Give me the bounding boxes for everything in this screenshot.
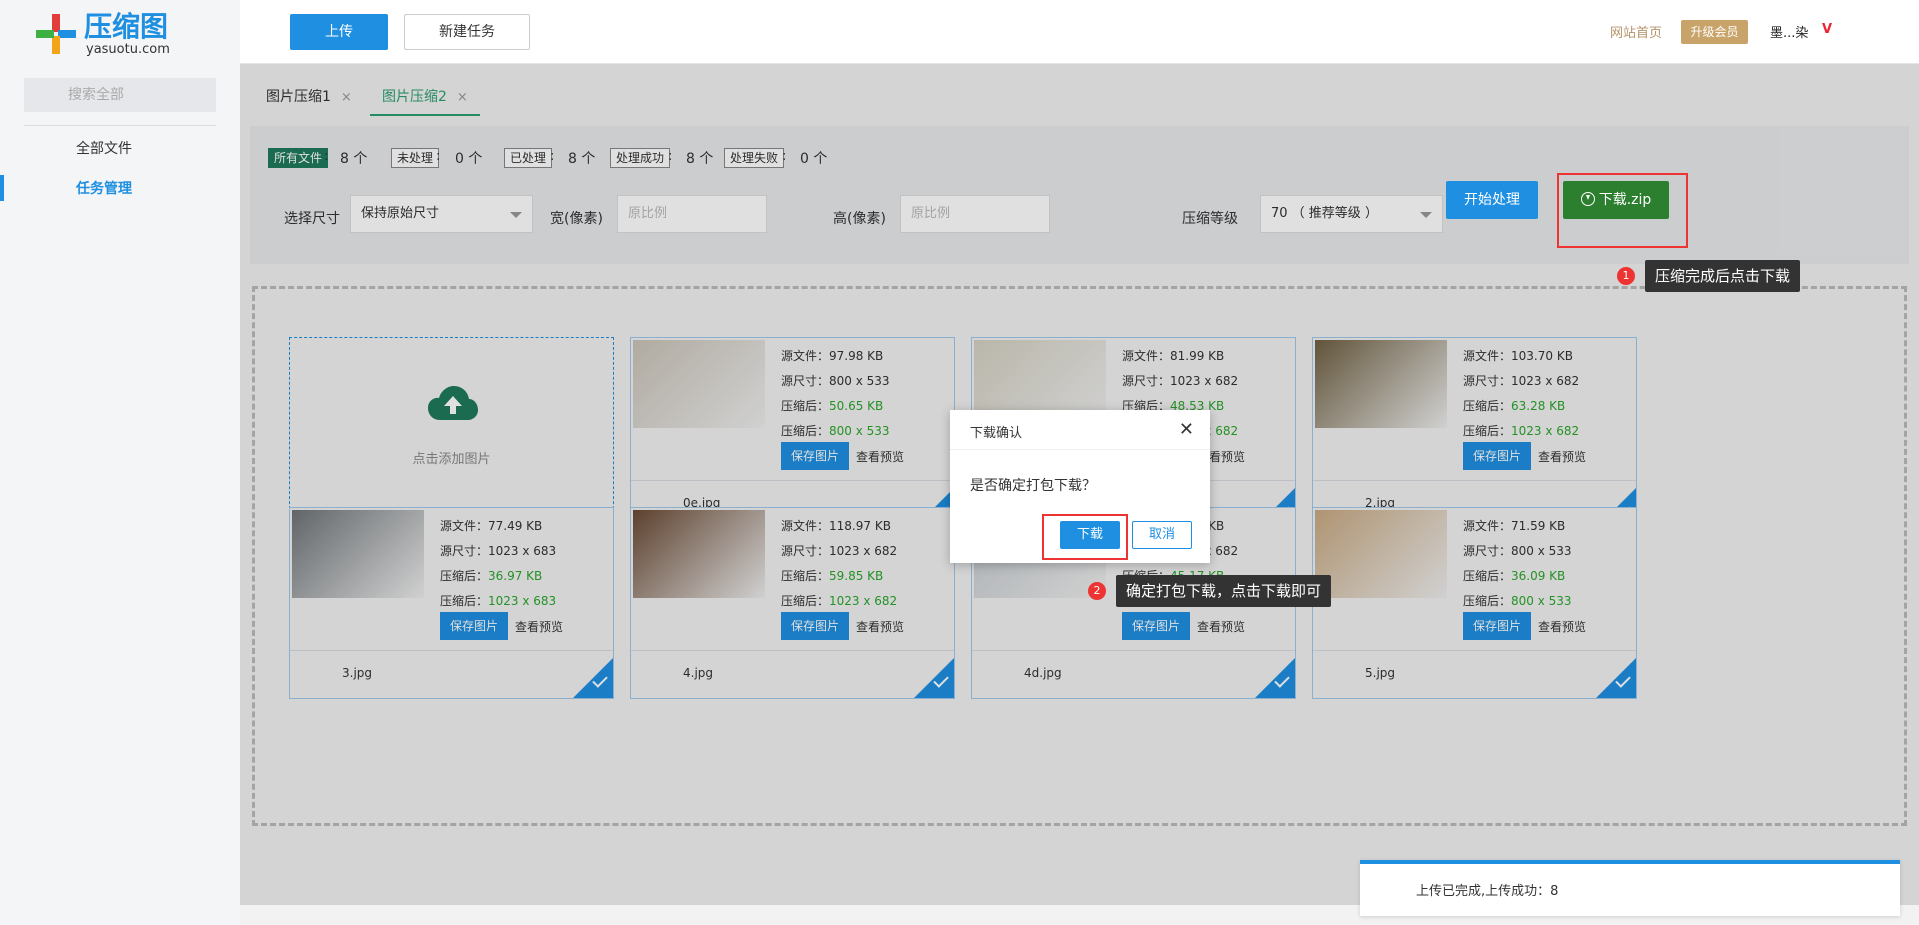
top-bar: 上传 新建任务 网站首页 升级会员 墨...染 V xyxy=(240,0,1919,64)
close-icon[interactable]: ✕ xyxy=(1179,419,1194,440)
user-name[interactable]: 墨...染 xyxy=(1770,22,1808,41)
logo-name-en: yasuotu.com xyxy=(86,42,170,57)
callout-number-2: 2 xyxy=(1088,582,1106,600)
sidebar-active-indicator xyxy=(0,175,4,201)
home-link[interactable]: 网站首页 xyxy=(1610,22,1662,41)
dialog-cancel-button[interactable]: 取消 xyxy=(1132,521,1192,549)
sidebar-item-all-files[interactable]: 全部文件 xyxy=(76,138,132,158)
logo-cross-icon xyxy=(36,14,76,54)
new-task-button[interactable]: 新建任务 xyxy=(404,14,530,50)
logo-name-cn: 压缩图 xyxy=(84,10,169,43)
dialog-title: 下载确认 xyxy=(970,426,1023,441)
toast-message: 上传已完成,上传成功：8 xyxy=(1416,884,1559,899)
sidebar-search-input[interactable]: 搜索全部 xyxy=(24,78,216,112)
callout-tip-2: 确定打包下载，点击下载即可 xyxy=(1116,575,1332,607)
sidebar-divider xyxy=(24,125,216,126)
upload-button[interactable]: 上传 xyxy=(290,14,388,50)
start-process-button[interactable]: 开始处理 xyxy=(1446,181,1538,219)
highlight-box-download-confirm xyxy=(1042,514,1128,560)
highlight-box-download-zip xyxy=(1557,173,1688,248)
upgrade-vip-button[interactable]: 升级会员 xyxy=(1681,20,1748,44)
sidebar: 压缩图 yasuotu.com 搜索全部 全部文件 任务管理 xyxy=(0,0,240,925)
dialog-message: 是否确定打包下载？ xyxy=(970,478,1096,494)
callout-number-1: 1 xyxy=(1617,267,1635,285)
dialog-header: 下载确认 ✕ xyxy=(950,410,1210,450)
vip-badge-icon: V xyxy=(1822,22,1833,37)
upload-complete-toast: 上传已完成,上传成功：8 xyxy=(1360,860,1900,916)
callout-tip-1: 压缩完成后点击下载 xyxy=(1645,260,1801,292)
logo[interactable]: 压缩图 yasuotu.com xyxy=(36,10,186,57)
sidebar-item-task-manage[interactable]: 任务管理 xyxy=(76,178,132,198)
